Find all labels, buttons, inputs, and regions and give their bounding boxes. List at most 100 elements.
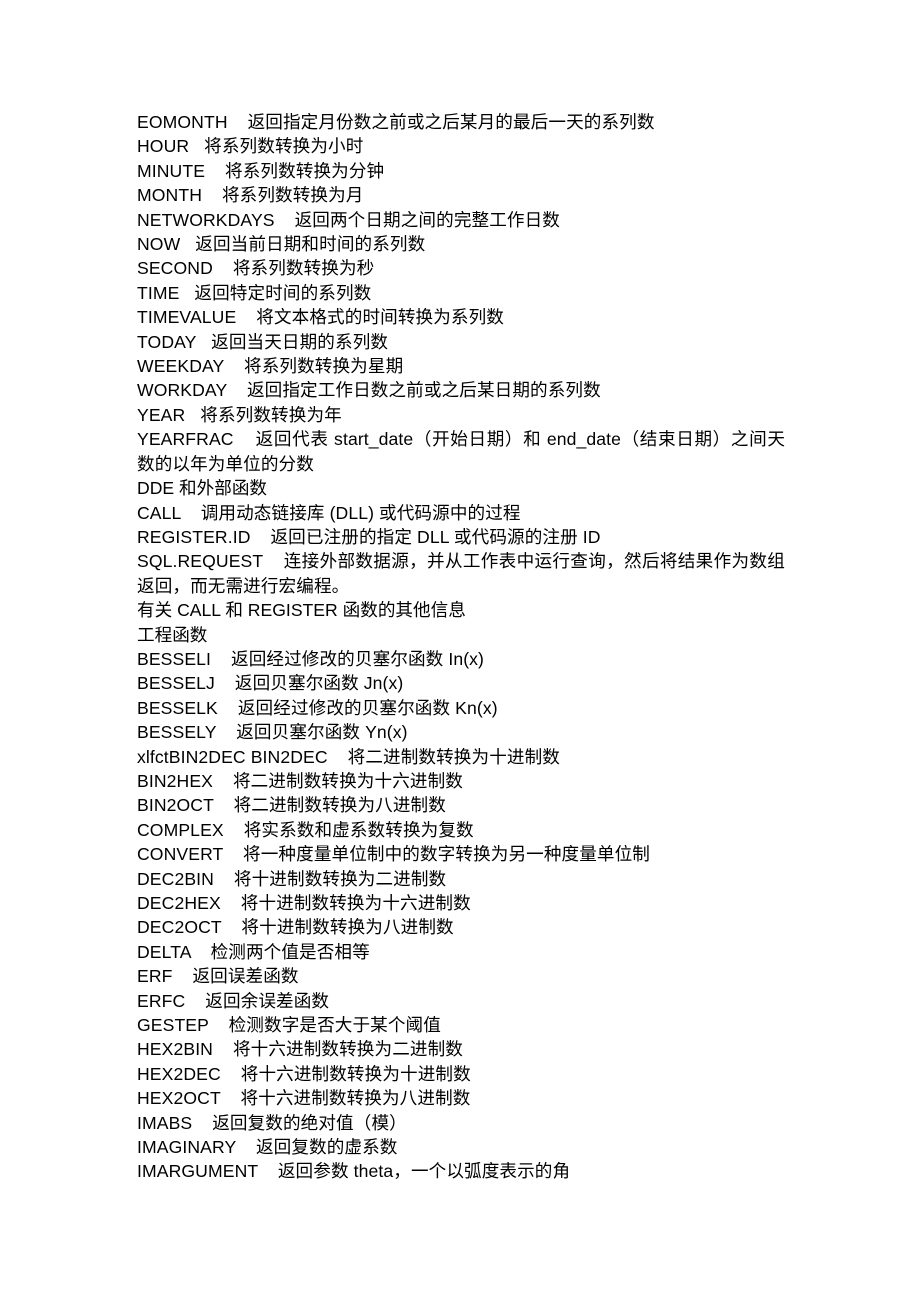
function-name: NOW xyxy=(137,234,181,255)
function-entry: NETWORKDAYS 返回两个日期之间的完整工作日数 xyxy=(137,208,785,232)
name-desc-separator xyxy=(221,917,241,937)
name-desc-separator xyxy=(202,185,222,205)
function-description: 将系列数转换为分钟 xyxy=(225,160,385,181)
name-desc-separator xyxy=(220,1088,240,1108)
function-name: DEC2HEX xyxy=(137,893,221,913)
function-name: IMARGUMENT xyxy=(137,1161,258,1182)
function-description: 返回贝塞尔函数 Yn(x) xyxy=(236,722,408,743)
section-heading: 有关 CALL 和 REGISTER 函数的其他信息 xyxy=(137,598,785,622)
function-entry: HEX2OCT 将十六进制数转换为八进制数 xyxy=(137,1086,785,1110)
function-name: CALL xyxy=(137,502,181,523)
function-name: HEX2DEC xyxy=(137,1063,221,1084)
name-desc-separator xyxy=(223,844,243,864)
function-description: 返回两个日期之间的完整工作日数 xyxy=(294,209,560,230)
function-entry: COMPLEX 将实系数和虚系数转换为复数 xyxy=(137,818,785,842)
function-entry: IMARGUMENT 返回参数 theta，一个以弧度表示的角 xyxy=(137,1159,785,1183)
function-name: TODAY xyxy=(137,331,197,352)
name-desc-separator xyxy=(275,210,295,230)
function-entry: BESSELJ 返回贝塞尔函数 Jn(x) xyxy=(137,671,785,695)
function-entry: MONTH 将系列数转换为月 xyxy=(137,183,785,207)
function-name: TIMEVALUE xyxy=(137,307,237,328)
function-name: WORKDAY xyxy=(137,380,227,401)
function-name: BIN2HEX xyxy=(137,770,213,791)
function-entry: EOMONTH 返回指定月份数之前或之后某月的最后一天的系列数 xyxy=(137,110,785,134)
function-description: 将系列数转换为星期 xyxy=(244,356,404,377)
name-desc-separator xyxy=(214,869,234,889)
function-entry: REGISTER.ID 返回已注册的指定 DLL 或代码源的注册 ID xyxy=(137,525,785,549)
function-name: MONTH xyxy=(137,185,202,206)
name-desc-separator xyxy=(218,698,238,718)
function-description: 返回特定时间的系列数 xyxy=(194,282,372,303)
name-desc-separator xyxy=(228,112,248,132)
function-entry: SECOND 将系列数转换为秒 xyxy=(137,256,785,280)
name-desc-separator xyxy=(181,503,201,523)
function-entry: DEC2OCT 将十进制数转换为八进制数 xyxy=(137,915,785,939)
function-name: REGISTER.ID xyxy=(137,526,251,547)
function-entry: HOUR 将系列数转换为小时 xyxy=(137,134,785,158)
name-desc-separator xyxy=(185,405,200,425)
function-entry: BESSELY 返回贝塞尔函数 Yn(x) xyxy=(137,720,785,744)
name-desc-separator xyxy=(227,380,247,400)
function-entry: MINUTE 将系列数转换为分钟 xyxy=(137,159,785,183)
function-entry: HEX2BIN 将十六进制数转换为二进制数 xyxy=(137,1037,785,1061)
function-entry: WORKDAY 返回指定工作日数之前或之后某日期的系列数 xyxy=(137,378,785,402)
name-desc-separator xyxy=(179,283,194,303)
function-name: DELTA xyxy=(137,941,191,962)
function-name: BIN2OCT xyxy=(137,795,214,816)
function-name: BESSELI xyxy=(137,648,212,669)
function-name: SECOND xyxy=(137,258,213,279)
function-name: CONVERT xyxy=(137,844,224,865)
name-desc-separator xyxy=(173,966,193,986)
name-desc-separator xyxy=(209,1015,229,1035)
section-heading: DDE 和外部函数 xyxy=(137,476,785,500)
heading-text: 工程函数 xyxy=(137,624,208,645)
function-description: 返回经过修改的贝塞尔函数 In(x) xyxy=(231,648,485,669)
function-entry: TODAY 返回当天日期的系列数 xyxy=(137,330,785,354)
function-entry: YEARFRAC 返回代表 start_date（开始日期）和 end_date… xyxy=(137,427,785,476)
function-description: 调用动态链接库 (DLL) 或代码源中的过程 xyxy=(200,502,521,523)
function-name: HOUR xyxy=(137,136,190,157)
function-description: 返回复数的绝对值（模） xyxy=(212,1112,407,1133)
function-entry: IMAGINARY 返回复数的虚系数 xyxy=(137,1135,785,1159)
function-description: 将文本格式的时间转换为系列数 xyxy=(256,307,504,328)
function-name: ERFC xyxy=(137,990,186,1011)
function-description: 将一种度量单位制中的数字转换为另一种度量单位制 xyxy=(243,844,651,865)
function-description: 返回指定月份数之前或之后某月的最后一天的系列数 xyxy=(247,112,655,132)
function-name: MINUTE xyxy=(137,160,206,181)
function-name: HEX2BIN xyxy=(137,1039,213,1060)
name-desc-separator xyxy=(211,649,231,669)
name-desc-separator xyxy=(258,1161,278,1181)
function-name: xlfctBIN2DEC BIN2DEC xyxy=(137,746,328,767)
function-name: IMABS xyxy=(137,1112,193,1133)
function-description: 将十六进制数转换为十进制数 xyxy=(240,1063,471,1084)
function-entry: DEC2HEX 将十进制数转换为十六进制数 xyxy=(137,891,785,915)
function-reference-list: EOMONTH 返回指定月份数之前或之后某月的最后一天的系列数 HOUR 将系列数… xyxy=(137,110,785,1184)
function-description: 将十六进制数转换为八进制数 xyxy=(240,1088,471,1109)
function-entry: BESSELI 返回经过修改的贝塞尔函数 In(x) xyxy=(137,647,785,671)
name-desc-separator xyxy=(180,234,195,254)
function-name: YEAR xyxy=(137,404,186,425)
name-desc-separator xyxy=(221,1064,241,1084)
function-name: EOMONTH xyxy=(137,112,228,132)
function-entry: YEAR 将系列数转换为年 xyxy=(137,403,785,427)
function-description: 将十进制数转换为二进制数 xyxy=(233,868,447,889)
function-description: 返回参数 theta，一个以弧度表示的角 xyxy=(277,1161,571,1182)
function-entry: TIMEVALUE 将文本格式的时间转换为系列数 xyxy=(137,305,785,329)
function-entry: CONVERT 将一种度量单位制中的数字转换为另一种度量单位制 xyxy=(137,842,785,866)
name-desc-separator xyxy=(216,722,236,742)
name-desc-separator xyxy=(251,527,271,547)
function-entry: BIN2OCT 将二进制数转换为八进制数 xyxy=(137,793,785,817)
function-name: HEX2OCT xyxy=(137,1088,221,1109)
name-desc-separator xyxy=(328,747,348,767)
function-name: TIME xyxy=(137,282,180,303)
name-desc-separator xyxy=(221,893,241,913)
function-name: WEEKDAY xyxy=(137,356,225,377)
function-name: IMAGINARY xyxy=(137,1137,236,1158)
name-desc-separator xyxy=(192,1113,212,1133)
name-desc-separator xyxy=(263,551,284,571)
function-description: 检测两个值是否相等 xyxy=(210,941,370,962)
function-name: NETWORKDAYS xyxy=(137,209,275,230)
name-desc-separator xyxy=(236,1137,256,1157)
function-entry: WEEKDAY 将系列数转换为星期 xyxy=(137,354,785,378)
name-desc-separator xyxy=(213,1039,233,1059)
